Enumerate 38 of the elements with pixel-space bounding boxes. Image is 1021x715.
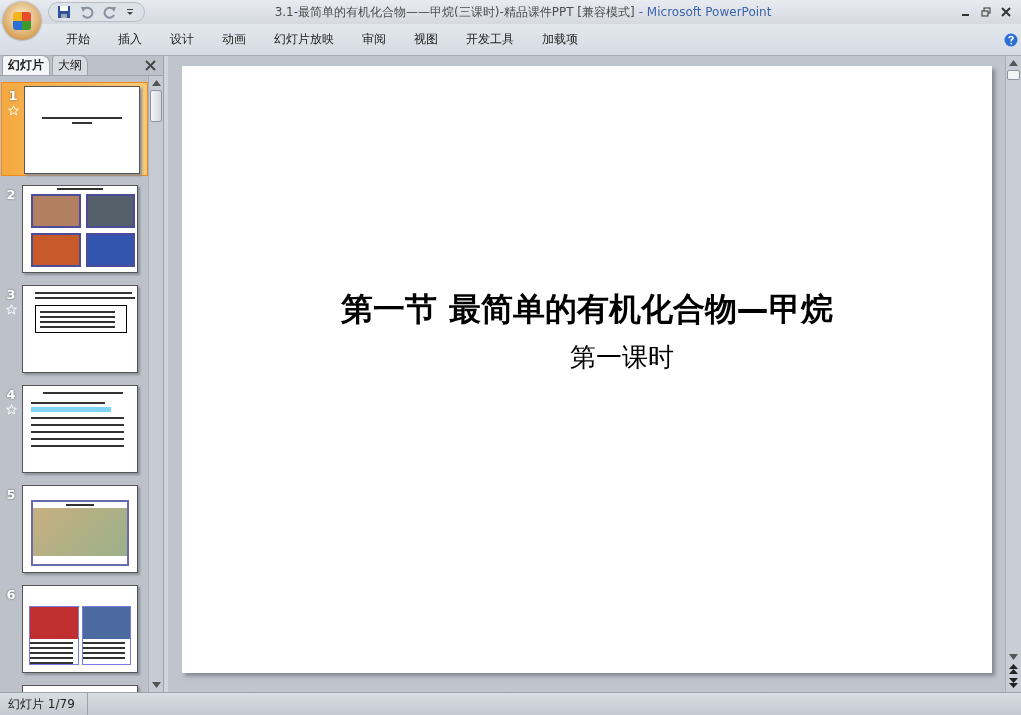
ribbon-tab[interactable]: 幻灯片放映	[260, 28, 348, 51]
scrollbar[interactable]	[1005, 56, 1021, 692]
slide-title: 第一节 最简单的有机化合物—甲烷	[341, 289, 833, 330]
customize-caret-icon[interactable]	[126, 8, 134, 16]
ribbon-tab[interactable]: 加载项	[528, 28, 592, 51]
scroll-thumb[interactable]	[1007, 70, 1020, 80]
slide-number: 3	[6, 287, 16, 302]
panel-tab[interactable]: 大纲	[52, 55, 88, 75]
slide-number: 1	[8, 88, 18, 103]
slide-number: 6	[6, 587, 16, 602]
close-icon[interactable]	[1001, 7, 1011, 17]
slide-subtitle: 第一课时	[570, 341, 674, 374]
scroll-down-icon[interactable]	[1009, 654, 1018, 660]
scroll-up-icon[interactable]	[151, 80, 161, 86]
ribbon-tab[interactable]: 动画	[208, 28, 260, 51]
panel-tab[interactable]: 幻灯片	[2, 55, 50, 75]
scroll-thumb[interactable]	[150, 90, 162, 122]
next-slide-icon[interactable]	[1009, 678, 1018, 688]
previous-slide-icon[interactable]	[1009, 664, 1018, 674]
scrollbar[interactable]	[148, 76, 163, 692]
save-icon[interactable]	[57, 5, 71, 19]
window-title: 3.1-最简单的有机化合物——甲烷(三课时)-精品课件PPT [兼容模式]	[274, 4, 635, 19]
restore-icon[interactable]	[981, 7, 991, 17]
scroll-up-icon[interactable]	[1009, 60, 1018, 66]
slide-number: 2	[6, 187, 16, 202]
scroll-down-icon[interactable]	[151, 682, 161, 688]
ribbon-tab[interactable]: 插入	[104, 28, 156, 51]
ribbon-tab[interactable]: 开发工具	[452, 28, 528, 51]
help-icon[interactable]	[1004, 32, 1018, 47]
ribbon-tab[interactable]: 审阅	[348, 28, 400, 51]
slide-counter: 幻灯片 1/79	[0, 693, 88, 715]
ribbon-tab[interactable]: 开始	[52, 28, 104, 51]
app-name: - Microsoft PowerPoint	[638, 4, 772, 19]
close-icon[interactable]	[145, 60, 156, 71]
ribbon-tab[interactable]: 视图	[400, 28, 452, 51]
slide-number: 4	[6, 387, 16, 402]
ribbon-tab[interactable]: 设计	[156, 28, 208, 51]
slide-number: 5	[6, 487, 16, 502]
